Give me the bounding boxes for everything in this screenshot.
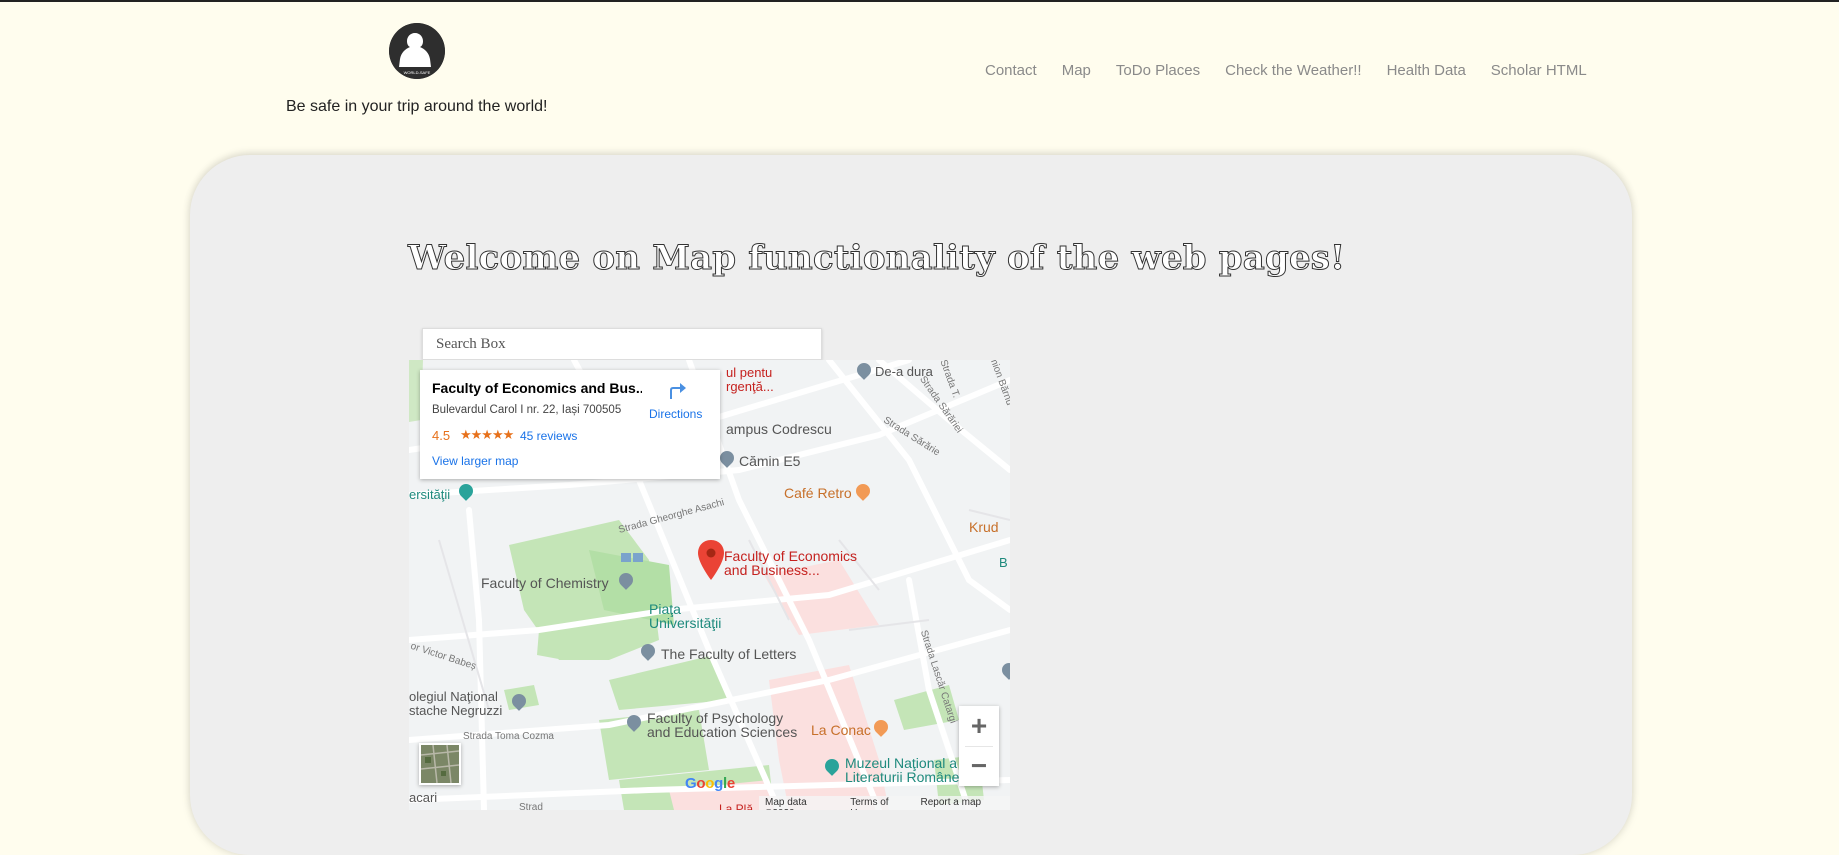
google-logo-e: e bbox=[726, 775, 735, 792]
poi-chemistry-label[interactable]: Faculty of Chemistry bbox=[481, 576, 609, 590]
google-logo-o2: o bbox=[705, 775, 715, 792]
directions-link[interactable]: Directions bbox=[649, 407, 702, 421]
street-toma-cozma-label: Strada Toma Cozma bbox=[463, 731, 554, 742]
site-logo[interactable]: WORLD-SAFE bbox=[389, 23, 445, 79]
nav-todo-places[interactable]: ToDo Places bbox=[1116, 62, 1200, 79]
poi-muzeul-label-1[interactable]: Muzeul Naţional a bbox=[845, 756, 957, 770]
google-logo-o1: o bbox=[696, 775, 706, 792]
poi-piata-label-1: Piaţa bbox=[649, 601, 681, 617]
poi-muzeul-label-2[interactable]: Literaturii Române bbox=[845, 770, 959, 784]
zoom-separator bbox=[965, 746, 993, 747]
poi-psychology-label-1[interactable]: Faculty of Psychology bbox=[647, 711, 783, 725]
selected-location-marker-icon[interactable] bbox=[698, 540, 724, 580]
poi-campus-label[interactable]: ampus Codrescu bbox=[726, 422, 832, 436]
site-tagline: Be safe in your trip around the world! bbox=[286, 98, 548, 115]
nav-contact[interactable]: Contact bbox=[985, 62, 1037, 79]
map-zoom-control: + − bbox=[959, 706, 999, 786]
poi-institute-label-2: rgenţă... bbox=[726, 379, 774, 394]
poi-universitatii-label[interactable]: ersităţii bbox=[409, 488, 450, 502]
map-info-window: Faculty of Economics and Bus... Bulevard… bbox=[420, 370, 720, 479]
poi-institute-label-1: ul pentu bbox=[726, 365, 773, 380]
zoom-in-button[interactable]: + bbox=[959, 706, 999, 746]
google-logo-g1: G bbox=[685, 775, 697, 792]
view-larger-map-link[interactable]: View larger map bbox=[432, 454, 518, 468]
info-reviews-link[interactable]: 45 reviews bbox=[520, 429, 577, 443]
poi-b-label: B bbox=[999, 555, 1008, 570]
satellite-toggle-button[interactable] bbox=[419, 743, 461, 785]
top-border bbox=[0, 0, 1839, 2]
nav-scholar-html[interactable]: Scholar HTML bbox=[1491, 62, 1587, 79]
satellite-thumbnail-icon bbox=[420, 744, 460, 784]
page-heading: Welcome on Map functionality of the web … bbox=[407, 238, 1346, 279]
info-place-address: Bulevardul Carol I nr. 22, Iași 700505 bbox=[432, 404, 622, 416]
selected-location-label-1[interactable]: Faculty of Economics bbox=[724, 549, 857, 563]
map-search-input[interactable]: Search Box bbox=[422, 328, 822, 360]
poi-la-pla-label: La Plă bbox=[719, 802, 754, 810]
google-map[interactable]: ul pentu rgenţă... De-a dura ampus Codre… bbox=[409, 360, 1010, 810]
google-logo: Google bbox=[685, 775, 735, 792]
info-rating-value: 4.5 bbox=[432, 428, 451, 443]
poi-letters-label[interactable]: The Faculty of Letters bbox=[661, 647, 796, 661]
nav-health-data[interactable]: Health Data bbox=[1387, 62, 1466, 79]
street-strad-label: Strad bbox=[519, 802, 543, 810]
directions-icon[interactable] bbox=[665, 379, 687, 401]
poi-krud-label[interactable]: Krud bbox=[969, 520, 999, 534]
main-nav: Contact Map ToDo Places Check the Weathe… bbox=[985, 62, 1587, 79]
report-map-error-link[interactable]: Report a map error bbox=[920, 797, 1004, 810]
info-place-title: Faculty of Economics and Bus... bbox=[432, 380, 642, 396]
map-attribution-bar: Map data ©2020 Terms of Use Report a map… bbox=[759, 796, 1010, 810]
poi-piata-label-2: Universităţii bbox=[649, 615, 722, 631]
terms-of-use-link[interactable]: Terms of Use bbox=[850, 797, 908, 810]
map-data-copyright: Map data ©2020 bbox=[765, 797, 807, 810]
nav-map[interactable]: Map bbox=[1062, 62, 1091, 79]
poi-colegiul-label-2[interactable]: stache Negruzzi bbox=[409, 704, 502, 718]
nav-check-weather[interactable]: Check the Weather!! bbox=[1225, 62, 1361, 79]
zoom-out-button[interactable]: − bbox=[959, 746, 999, 786]
poi-colegiul-label-1[interactable]: olegiul Naţional bbox=[409, 690, 498, 704]
selected-location-label-2[interactable]: and Business... bbox=[724, 563, 820, 577]
poi-cafe-retro-label[interactable]: Café Retro bbox=[784, 486, 852, 500]
poi-psychology-label-2[interactable]: and Education Sciences bbox=[647, 725, 797, 739]
svg-text:WORLD-SAFE: WORLD-SAFE bbox=[404, 70, 431, 75]
google-logo-g2: g bbox=[714, 775, 723, 792]
poi-acari-label: acari bbox=[409, 790, 438, 805]
info-rating-stars-icon: ★★★★★ bbox=[460, 427, 514, 442]
poi-la-conac-label[interactable]: La Conac bbox=[811, 723, 871, 737]
poi-camin-label[interactable]: Cămin E5 bbox=[739, 454, 800, 468]
